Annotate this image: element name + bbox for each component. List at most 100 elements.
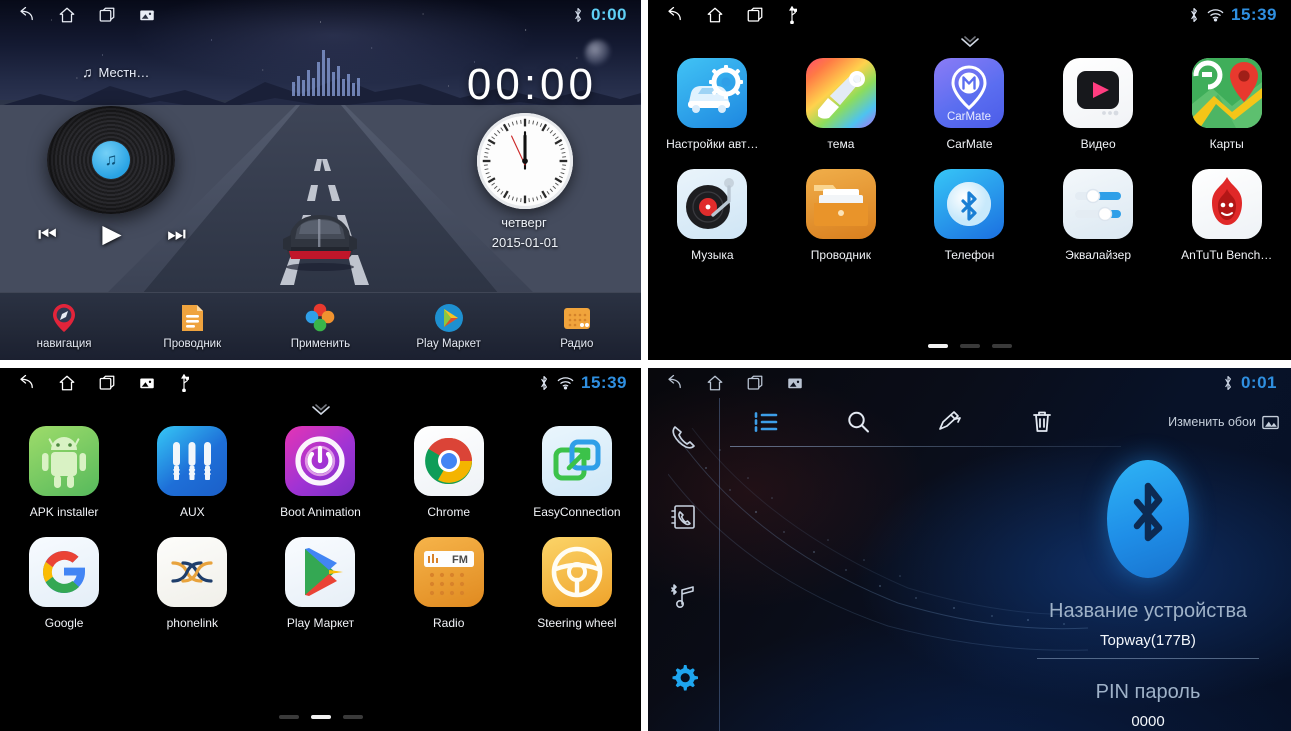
app-equalizer[interactable]: Эквалайзер xyxy=(1034,169,1163,262)
change-wallpaper-button[interactable]: Изменить обои xyxy=(1168,415,1291,430)
steering-wheel-icon xyxy=(541,537,612,607)
edit-pen-icon[interactable] xyxy=(904,409,996,435)
easyconnection-icon xyxy=(541,426,612,496)
status-bar-apps1: 15:39 xyxy=(648,0,1291,30)
apps-grid-page-1: Настройки авт… тема CarMate CarMate Виде… xyxy=(648,58,1291,262)
status-clock-bluetooth: 0:01 xyxy=(1240,373,1277,392)
bluetooth-music-icon[interactable] xyxy=(669,582,699,612)
bluetooth-toolbar: Изменить обои xyxy=(720,398,1291,446)
play-store-icon xyxy=(285,537,356,607)
dock-item-apply[interactable]: Применить xyxy=(265,302,375,350)
home-icon[interactable] xyxy=(58,374,76,392)
analog-clock-widget[interactable] xyxy=(477,113,573,209)
trash-icon[interactable] xyxy=(996,409,1088,435)
chevron-down-icon[interactable] xyxy=(957,36,983,50)
image-icon xyxy=(1262,415,1279,429)
app-phonelink[interactable]: phonelink xyxy=(128,537,256,630)
recents-icon[interactable] xyxy=(98,6,116,24)
nav-buttons-home xyxy=(0,6,156,24)
recents-icon[interactable] xyxy=(746,374,764,392)
app-theme[interactable]: тема xyxy=(777,58,906,151)
app-label: Эквалайзер xyxy=(1065,248,1132,262)
app-bluetooth-phone[interactable]: Телефон xyxy=(905,169,1034,262)
svg-text:FM: FM xyxy=(452,554,468,566)
page-dot[interactable] xyxy=(959,344,980,348)
panel-app-drawer-page-2: 15:39 APK installer AUX Boot Animation C… xyxy=(0,368,641,731)
page-dot[interactable] xyxy=(310,715,331,719)
apps-grid-page-2: APK installer AUX Boot Animation Chrome … xyxy=(0,426,641,630)
panel-bluetooth-settings: 0:01 Изменить обои Название устройства T… xyxy=(648,368,1291,731)
home-icon[interactable] xyxy=(706,374,724,392)
dock-item-navigation[interactable]: навигация xyxy=(9,302,119,350)
back-icon[interactable] xyxy=(18,6,36,24)
chevron-down-icon[interactable] xyxy=(308,404,334,418)
page-dot[interactable] xyxy=(991,344,1012,348)
panel-app-drawer-page-1: 15:39 Настройки авт… тема CarMate CarMat… xyxy=(648,0,1291,360)
app-antutu[interactable]: AnTuTu Bench… xyxy=(1162,169,1291,262)
usb-icon[interactable] xyxy=(178,374,190,392)
sports-car-image xyxy=(283,215,357,271)
app-chrome[interactable]: Chrome xyxy=(385,426,513,519)
back-icon[interactable] xyxy=(18,374,36,392)
vinyl-album-widget[interactable]: ♫ xyxy=(47,106,175,214)
app-video[interactable]: Видео xyxy=(1034,58,1163,151)
app-maps[interactable]: Карты xyxy=(1162,58,1291,151)
pin-value[interactable]: 0000 xyxy=(1037,713,1259,731)
app-file-manager[interactable]: Проводник xyxy=(777,169,906,262)
next-track-icon[interactable]: ⏭ xyxy=(167,224,186,245)
device-name-value[interactable]: Topway(177B) xyxy=(1037,632,1259,659)
app-play-store[interactable]: Play Маркет xyxy=(256,537,384,630)
radio-icon xyxy=(561,302,593,334)
status-icons-apps1: 15:39 xyxy=(1188,5,1291,25)
usb-icon[interactable] xyxy=(786,6,798,24)
radio-fm-icon: FM xyxy=(413,537,484,607)
theme-brush-icon xyxy=(805,58,876,128)
screenshot-collage: 0:00 ♫ Местн… ♫ ⏮ ▶ ⏭ 00:00 четверг 2015… xyxy=(0,0,1291,731)
dock-item-play-store[interactable]: Play Маркет xyxy=(394,302,504,350)
video-icon xyxy=(1063,58,1134,128)
gear-icon[interactable] xyxy=(669,662,699,692)
antutu-icon xyxy=(1191,169,1262,239)
home-icon[interactable] xyxy=(58,6,76,24)
app-steering-wheel[interactable]: Steering wheel xyxy=(513,537,641,630)
app-carmate[interactable]: CarMate CarMate xyxy=(905,58,1034,151)
page-dot[interactable] xyxy=(278,715,299,719)
page-dot[interactable] xyxy=(927,344,948,348)
dock-item-file-manager[interactable]: Проводник xyxy=(137,302,247,350)
screenshot-icon[interactable] xyxy=(786,374,804,392)
recents-icon[interactable] xyxy=(746,6,764,24)
search-icon[interactable] xyxy=(812,409,904,435)
prev-track-icon[interactable]: ⏮ xyxy=(38,224,57,245)
app-aux[interactable]: AUX xyxy=(128,426,256,519)
bluetooth-icon xyxy=(538,375,550,391)
app-label: Steering wheel xyxy=(537,616,617,630)
screenshot-icon[interactable] xyxy=(138,374,156,392)
back-icon[interactable] xyxy=(666,6,684,24)
device-name-label: Название устройства xyxy=(1049,600,1247,622)
status-icons-home: 0:00 xyxy=(572,5,641,25)
app-boot-animation[interactable]: Boot Animation xyxy=(256,426,384,519)
app-radio[interactable]: FM Radio xyxy=(385,537,513,630)
page-dot[interactable] xyxy=(342,715,363,719)
app-car-settings[interactable]: Настройки авт… xyxy=(648,58,777,151)
analog-clock-face xyxy=(482,118,568,204)
play-icon[interactable]: ▶ xyxy=(102,222,121,247)
status-clock-apps1: 15:39 xyxy=(1231,5,1277,24)
pin-label: PIN пароль xyxy=(1095,681,1201,703)
dialpad-phone-icon[interactable] xyxy=(669,422,699,452)
app-label: Видео xyxy=(1080,137,1116,151)
recents-icon[interactable] xyxy=(98,374,116,392)
back-icon[interactable] xyxy=(666,374,684,392)
list-icon[interactable] xyxy=(720,409,812,435)
app-easyconnection[interactable]: EasyConnection xyxy=(513,426,641,519)
maps-icon xyxy=(1191,58,1262,128)
screenshot-icon[interactable] xyxy=(138,6,156,24)
dock-item-radio[interactable]: Радио xyxy=(522,302,632,350)
contacts-book-icon[interactable] xyxy=(669,502,699,532)
home-icon[interactable] xyxy=(706,6,724,24)
app-google[interactable]: Google xyxy=(0,537,128,630)
home-dock: навигация Проводник Применить Play Марке… xyxy=(0,292,641,360)
app-apk-installer[interactable]: APK installer xyxy=(0,426,128,519)
wifi-icon xyxy=(1207,8,1224,22)
app-music[interactable]: Музыка xyxy=(648,169,777,262)
